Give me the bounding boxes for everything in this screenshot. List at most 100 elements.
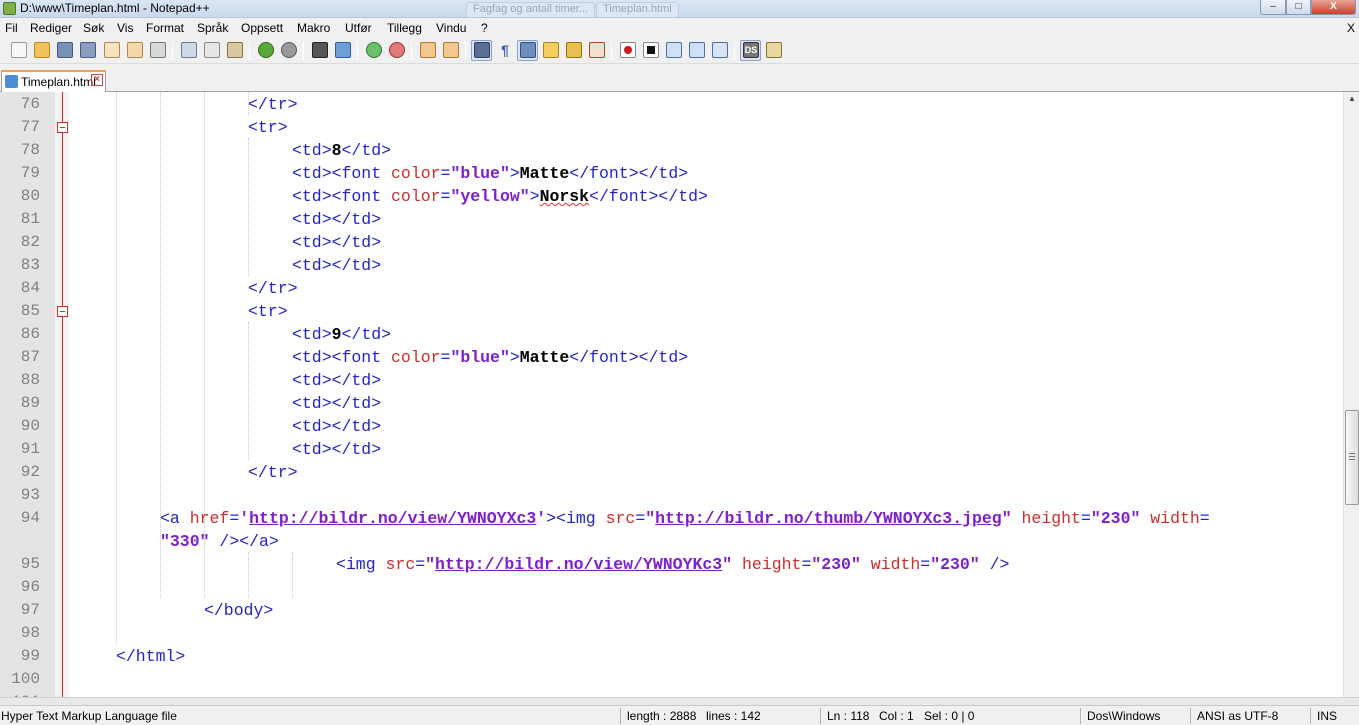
code-token: 8: [331, 141, 342, 160]
save-all-icon[interactable]: [80, 42, 96, 58]
code-token: =: [440, 187, 451, 206]
line-number: 97: [20, 601, 40, 619]
play-macro-icon[interactable]: [666, 42, 682, 58]
word-wrap-icon[interactable]: [474, 42, 490, 58]
tab-label: Timeplan.html: [21, 75, 96, 89]
fold-collapse-icon[interactable]: [57, 306, 68, 317]
menu-oppsett[interactable]: Oppsett: [241, 21, 283, 35]
code-line: <tr>: [248, 116, 288, 139]
code-line: <a href='http://bildr.no/view/YWNOYXc3'>…: [160, 507, 1210, 530]
menu-sok[interactable]: Søk: [83, 21, 104, 35]
sync-horizontal-icon[interactable]: [443, 42, 459, 58]
print-icon[interactable]: [150, 42, 166, 58]
menu-utfor[interactable]: Utfør: [345, 21, 372, 35]
zoom-in-icon[interactable]: [366, 42, 382, 58]
redo-icon[interactable]: [281, 42, 297, 58]
close-file-icon[interactable]: [104, 42, 120, 58]
menu-vis[interactable]: Vis: [117, 21, 133, 35]
code-token: </tr>: [248, 95, 298, 114]
code-line: </tr>: [248, 461, 298, 484]
code-token: =: [635, 509, 646, 528]
code-line: <td></td>: [292, 254, 381, 277]
sync-vertical-icon[interactable]: [420, 42, 436, 58]
fold-line: [62, 92, 63, 697]
new-file-icon[interactable]: [11, 42, 27, 58]
code-line: <td></td>: [292, 392, 381, 415]
fold-collapse-icon[interactable]: [57, 122, 68, 133]
close-document-button[interactable]: X: [1347, 21, 1355, 35]
menu-format[interactable]: Format: [146, 21, 184, 35]
function-list-icon[interactable]: [589, 42, 605, 58]
doc-map-icon[interactable]: [566, 42, 582, 58]
paste-icon[interactable]: [227, 42, 243, 58]
doc-switcher-icon[interactable]: DS: [743, 42, 759, 58]
line-number: 91: [20, 440, 40, 458]
code-token: </td>: [341, 141, 392, 160]
code-token: <td></td>: [292, 417, 382, 436]
tab-timeplan-html[interactable]: Timeplan.html ×: [1, 70, 106, 92]
menu-makro[interactable]: Makro: [297, 21, 330, 35]
vertical-scrollbar[interactable]: ▲: [1343, 92, 1359, 697]
menu-fil[interactable]: Fil: [5, 21, 18, 35]
line-number: 84: [20, 279, 40, 297]
code-token: http://bildr.no/thumb/YWNOYXc3.jpeg: [655, 509, 1002, 528]
menu-sprak[interactable]: Språk: [197, 21, 228, 35]
line-number: 98: [20, 624, 40, 642]
stop-record-icon[interactable]: [643, 42, 659, 58]
horizontal-scroll-strip: [0, 697, 1359, 705]
code-token: <td></td>: [292, 210, 382, 229]
close-all-icon[interactable]: [127, 42, 143, 58]
code-token: src: [385, 555, 416, 574]
save-macro-icon[interactable]: [712, 42, 728, 58]
status-bar: Hyper Text Markup Language file length :…: [0, 705, 1359, 725]
menu-tillegg[interactable]: Tillegg: [387, 21, 422, 35]
scroll-up-icon[interactable]: ▲: [1345, 92, 1359, 106]
copy-icon[interactable]: [204, 42, 220, 58]
status-file-type: Hyper Text Markup Language file: [1, 709, 177, 723]
cut-icon[interactable]: [181, 42, 197, 58]
find-icon[interactable]: [312, 42, 328, 58]
record-macro-icon[interactable]: [620, 42, 636, 58]
code-token: <tr>: [248, 302, 288, 321]
html-file-icon: [5, 75, 18, 88]
indent-guide-icon[interactable]: [520, 42, 536, 58]
menu-help[interactable]: ?: [481, 21, 488, 35]
minimize-button[interactable]: –: [1260, 0, 1286, 15]
code-line: <td><font color="blue">Matte</font></td>: [292, 162, 688, 185]
line-number: 87: [20, 348, 40, 366]
line-number: 80: [20, 187, 40, 205]
scrollbar-thumb[interactable]: [1345, 410, 1359, 505]
code-token: <td></td>: [292, 440, 382, 459]
close-tab-icon[interactable]: ×: [91, 74, 103, 86]
code-token: ": [425, 555, 436, 574]
code-token: <td></td>: [292, 256, 382, 275]
undo-icon[interactable]: [258, 42, 274, 58]
save-icon[interactable]: [57, 42, 73, 58]
code-token: "yellow": [450, 187, 530, 206]
run-macro-multiple-icon[interactable]: [689, 42, 705, 58]
user-lang-icon[interactable]: [543, 42, 559, 58]
status-column: Col : 1: [879, 709, 914, 723]
close-window-button[interactable]: X: [1311, 0, 1356, 15]
code-token: ": [722, 555, 733, 574]
code-token: </font></td>: [569, 348, 689, 367]
code-token: ': [239, 509, 250, 528]
code-token: <td></td>: [292, 233, 382, 252]
menu-vindu[interactable]: Vindu: [436, 21, 466, 35]
code-token: <td>: [292, 141, 332, 160]
code-editor[interactable]: </tr> <tr> <td>8</td> <td><font color="blue…: [0, 92, 1343, 697]
code-token: =: [920, 555, 931, 574]
zoom-out-icon[interactable]: [389, 42, 405, 58]
open-file-icon[interactable]: [34, 42, 50, 58]
code-token: <td><font: [292, 348, 392, 367]
code-line: <td></td>: [292, 415, 381, 438]
menu-rediger[interactable]: Rediger: [30, 21, 72, 35]
maximize-button[interactable]: □: [1286, 0, 1311, 15]
spellcheck-icon[interactable]: [766, 42, 782, 58]
replace-icon[interactable]: [335, 42, 351, 58]
code-token: <img: [336, 555, 386, 574]
code-token: http://bildr.no/view/YWNOYKc3: [435, 555, 723, 574]
show-all-chars-icon[interactable]: ¶: [497, 42, 513, 58]
line-number: 83: [20, 256, 40, 274]
